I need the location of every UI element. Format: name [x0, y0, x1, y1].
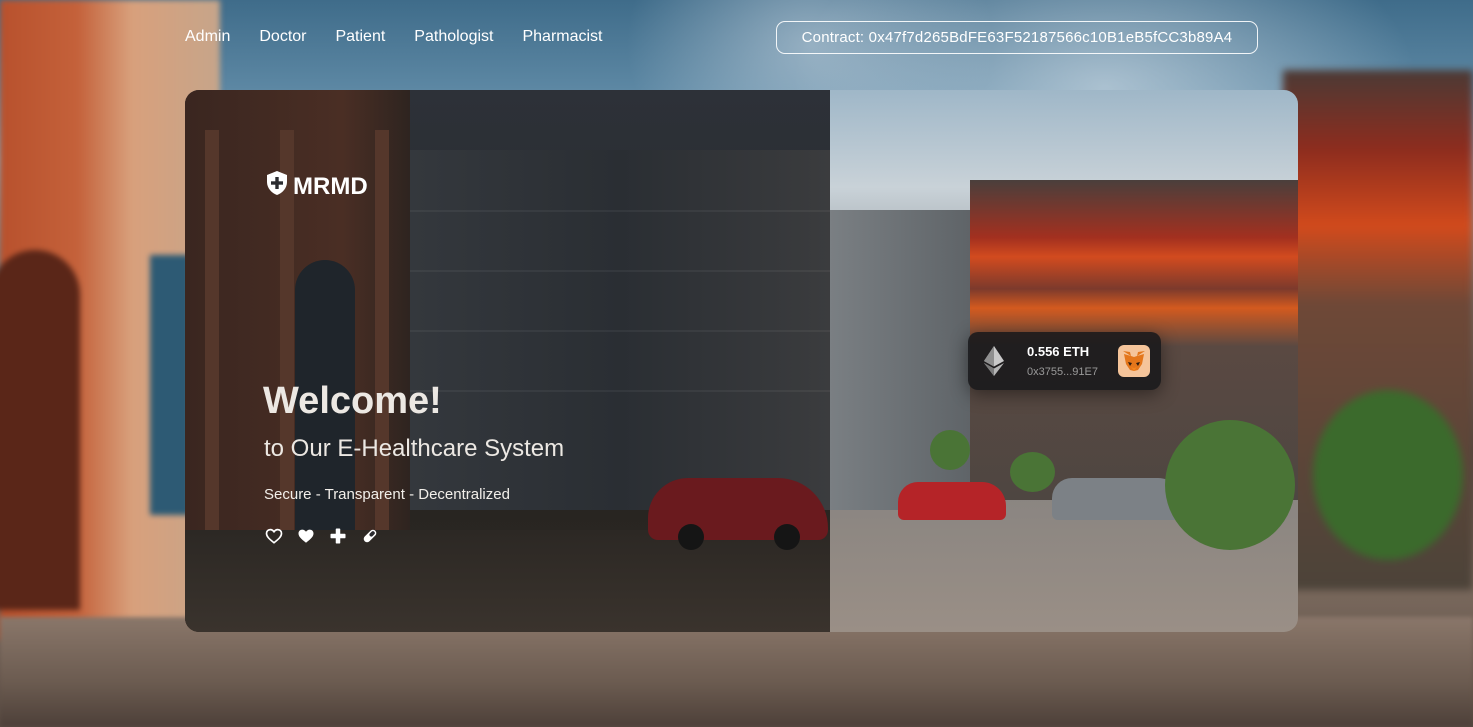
- nav-link-pathologist[interactable]: Pathologist: [414, 28, 493, 46]
- heart-filled-icon: [297, 527, 315, 545]
- wallet-balance: 0.556 ETH: [1027, 344, 1090, 359]
- pill-icon: [361, 527, 379, 545]
- right-grey-car: [1052, 478, 1182, 520]
- metamask-fox-icon[interactable]: [1118, 345, 1150, 377]
- background-street: [0, 617, 1473, 727]
- hero-left-panel: MRMD Welcome! to Our E-Healthcare System…: [185, 90, 830, 632]
- feature-icons: [265, 527, 379, 545]
- car-wheel: [678, 524, 704, 550]
- contract-address-badge[interactable]: Contract: 0x47f7d265BdFE63F52187566c10B1…: [776, 21, 1258, 54]
- ethereum-icon: [984, 346, 1004, 376]
- facade-pillar: [375, 130, 389, 590]
- building-stripe: [410, 210, 830, 212]
- nav-link-doctor[interactable]: Doctor: [259, 28, 306, 46]
- background-building-right: [1283, 70, 1473, 590]
- wallet-card[interactable]: 0.556 ETH 0x3755...91E7: [968, 332, 1161, 390]
- wallet-address: 0x3755...91E7: [1027, 366, 1098, 378]
- right-tree: [930, 430, 970, 470]
- welcome-tagline: Secure - Transparent - Decentralized: [264, 486, 510, 503]
- nav-link-admin[interactable]: Admin: [185, 28, 230, 46]
- brand-logo[interactable]: MRMD: [265, 170, 368, 203]
- building-stripe: [410, 390, 830, 392]
- car-wheel: [774, 524, 800, 550]
- right-red-car: [898, 482, 1006, 520]
- welcome-heading: Welcome!: [263, 380, 442, 422]
- right-tree: [1165, 420, 1295, 550]
- top-nav: Admin Doctor Patient Pathologist Pharmac…: [185, 28, 603, 46]
- building-stripe: [410, 270, 830, 272]
- building-stripe: [410, 330, 830, 332]
- background-window: [150, 255, 190, 515]
- hero-car-image: [648, 478, 828, 550]
- welcome-subtitle: to Our E-Healthcare System: [264, 435, 565, 462]
- brand-name: MRMD: [293, 172, 368, 200]
- plus-icon: [329, 527, 347, 545]
- right-tree: [1010, 452, 1055, 492]
- nav-link-pharmacist[interactable]: Pharmacist: [522, 28, 602, 46]
- nav-link-patient[interactable]: Patient: [335, 28, 385, 46]
- heart-outline-icon: [265, 527, 283, 545]
- facade-pillar: [205, 130, 219, 590]
- shield-plus-icon: [265, 170, 289, 203]
- hero-street-image: [185, 530, 830, 632]
- background-bush: [1313, 390, 1463, 560]
- background-arch: [0, 250, 80, 610]
